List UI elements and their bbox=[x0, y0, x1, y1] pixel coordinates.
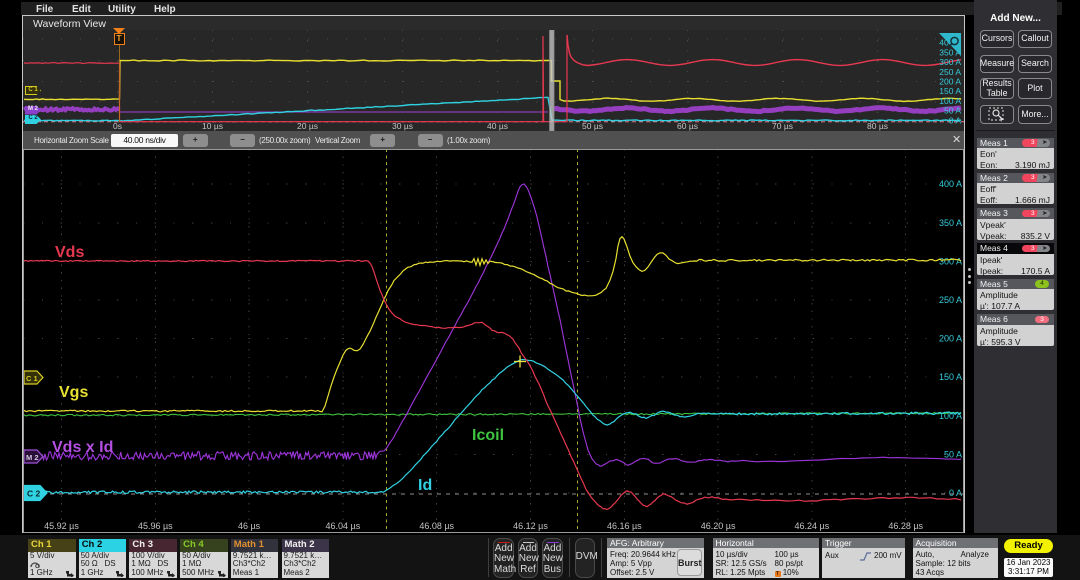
svg-text:80 µs: 80 µs bbox=[867, 121, 888, 131]
svg-text:46.12 µs: 46.12 µs bbox=[513, 521, 548, 531]
svg-text:45.96 µs: 45.96 µs bbox=[138, 521, 173, 531]
svg-text:Vds x Id: Vds x Id bbox=[52, 439, 113, 456]
svg-text:10 µs: 10 µs bbox=[202, 121, 223, 131]
svg-text:200 A: 200 A bbox=[939, 334, 962, 344]
svg-text:46.16 µs: 46.16 µs bbox=[607, 521, 642, 531]
svg-text:46.04 µs: 46.04 µs bbox=[326, 521, 361, 531]
svg-text:30 µs: 30 µs bbox=[392, 121, 413, 131]
svg-text:45.92 µs: 45.92 µs bbox=[44, 521, 79, 531]
svg-text:60 µs: 60 µs bbox=[677, 121, 698, 131]
svg-text:46.20 µs: 46.20 µs bbox=[701, 521, 736, 531]
svg-text:Id: Id bbox=[418, 477, 432, 494]
svg-text:300 A: 300 A bbox=[939, 57, 961, 67]
svg-text:0 A: 0 A bbox=[949, 488, 962, 498]
svg-text:50 µs: 50 µs bbox=[582, 121, 603, 131]
svg-text:350 A: 350 A bbox=[939, 218, 962, 228]
svg-text:0 A: 0 A bbox=[949, 115, 962, 125]
svg-text:100 A: 100 A bbox=[939, 96, 961, 106]
svg-text:250 A: 250 A bbox=[939, 67, 961, 77]
svg-text:150 A: 150 A bbox=[939, 86, 961, 96]
svg-text:C 1: C 1 bbox=[26, 374, 38, 383]
svg-text:40 µs: 40 µs bbox=[487, 121, 508, 131]
svg-text:300 A: 300 A bbox=[939, 256, 962, 266]
svg-text:200 A: 200 A bbox=[939, 77, 961, 87]
svg-text:C 2: C 2 bbox=[27, 489, 41, 499]
svg-text:Icoil: Icoil bbox=[472, 427, 504, 444]
svg-text:400 A: 400 A bbox=[939, 179, 962, 189]
svg-text:0s: 0s bbox=[113, 121, 122, 131]
svg-text:Vgs: Vgs bbox=[59, 384, 88, 401]
svg-text:50 A: 50 A bbox=[944, 449, 962, 459]
svg-text:46.28 µs: 46.28 µs bbox=[888, 521, 923, 531]
svg-text:46 µs: 46 µs bbox=[238, 521, 261, 531]
svg-text:250 A: 250 A bbox=[939, 295, 962, 305]
svg-text:46.24 µs: 46.24 µs bbox=[795, 521, 830, 531]
svg-text:Vds: Vds bbox=[55, 244, 84, 261]
svg-text:50 A: 50 A bbox=[944, 106, 961, 116]
svg-text:46.08 µs: 46.08 µs bbox=[419, 521, 454, 531]
svg-text:70 µs: 70 µs bbox=[772, 121, 793, 131]
svg-text:20 µs: 20 µs bbox=[297, 121, 318, 131]
svg-text:150 A: 150 A bbox=[939, 372, 962, 382]
svg-text:M 2: M 2 bbox=[26, 453, 39, 462]
